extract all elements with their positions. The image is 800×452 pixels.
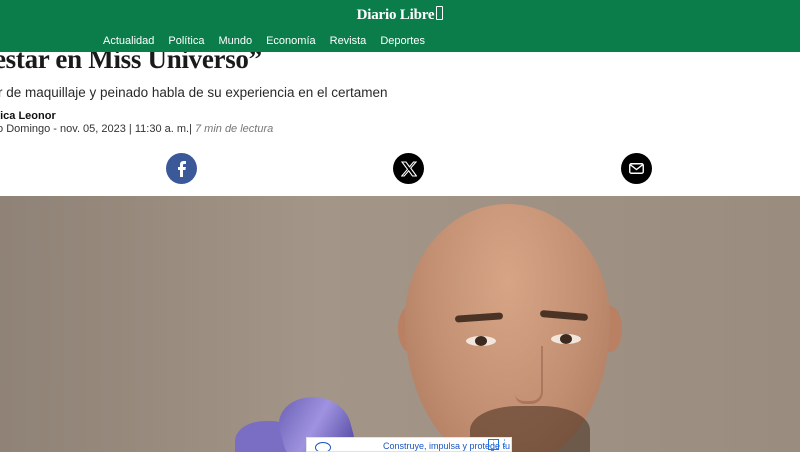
nav-item-deportes[interactable]: Deportes <box>380 35 425 47</box>
site-header: Diario Libre Actualidad Política Mundo E… <box>0 0 800 52</box>
main-nav: Actualidad Política Mundo Economía Revis… <box>103 35 439 47</box>
share-facebook-button[interactable] <box>166 153 197 184</box>
ad-logo-icon <box>315 442 331 451</box>
ad-menu-icon[interactable]: ⋮ <box>500 438 509 449</box>
nav-item-politica[interactable]: Política <box>168 35 204 47</box>
article-meta: to Domingo - nov. 05, 2023 | 11:30 a. m.… <box>0 123 273 135</box>
nav-item-actualidad[interactable]: Actualidad <box>103 35 154 47</box>
mail-icon <box>629 163 644 174</box>
x-icon <box>400 160 417 177</box>
logo-mark-icon <box>436 6 444 20</box>
facebook-icon <box>177 160 186 177</box>
article-hero-image <box>0 196 800 452</box>
site-logo[interactable]: Diario Libre <box>0 6 800 24</box>
article-date: to Domingo - nov. 05, 2023 | 11:30 a. m. <box>0 123 190 135</box>
nav-item-economia[interactable]: Economía <box>266 35 316 47</box>
share-x-button[interactable] <box>393 153 424 184</box>
article-author[interactable]: sica Leonor <box>0 110 56 122</box>
ad-info-icon[interactable]: i <box>488 439 499 450</box>
ad-banner[interactable]: Construye, impulsa y protege tu i ⋮ <box>306 437 512 452</box>
nav-item-revista[interactable]: Revista <box>330 35 367 47</box>
meta-separator: | <box>189 123 192 135</box>
share-email-button[interactable] <box>621 153 652 184</box>
article-subtitle: r de maquillaje y peinado habla de su ex… <box>0 85 388 100</box>
nav-item-mundo[interactable]: Mundo <box>218 35 252 47</box>
reading-time: 7 min de lectura <box>194 123 274 135</box>
